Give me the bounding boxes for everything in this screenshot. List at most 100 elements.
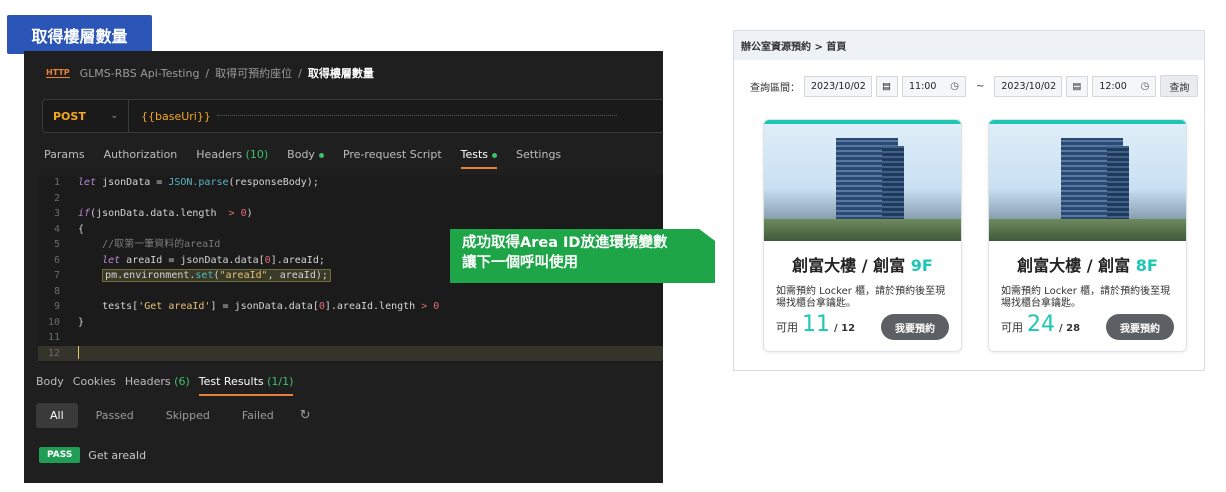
line-number: 5 [53, 239, 60, 250]
availability-label: 可用 [1001, 321, 1023, 334]
highlighted-code: pm.environment.set("areaId", areaId); [102, 269, 331, 282]
line-number: 2 [53, 192, 60, 204]
tab-response-cookies[interactable]: Cookies [73, 375, 116, 396]
code-token: (jsonData.data.length [90, 208, 229, 219]
reserve-button[interactable]: 我要預約 [1106, 314, 1174, 340]
line-number: 8 [53, 285, 60, 297]
start-time-input[interactable]: 11:00 ◷ [902, 75, 966, 97]
tab-headers-label: Headers [196, 148, 243, 161]
tab-body[interactable]: Body [287, 148, 324, 169]
code-number: > 0 [228, 208, 247, 219]
code-text: let jsonData = JSON.parse(responseBody); [68, 175, 319, 191]
filter-passed[interactable]: Passed [82, 403, 148, 428]
breadcrumb: 辦公室資源預約 > 首頁 [734, 31, 1204, 60]
tab-headers[interactable]: Headers (10) [196, 148, 268, 169]
code-token: (responseBody); [228, 177, 319, 188]
tab-test-results-label: Test Results [198, 375, 264, 388]
url-input[interactable]: {{baseUri}} [129, 110, 211, 123]
code-token: ].areaId.length [324, 301, 422, 312]
ground-shape [989, 219, 1186, 241]
availability: 可用 11 / 12 [776, 312, 855, 337]
line-number: 9 [53, 301, 60, 312]
code-text: let areaId = jsonData.data[0].areaId; [68, 253, 325, 269]
tab-response-headers-label: Headers [124, 375, 171, 388]
line-number: 11 [47, 332, 60, 343]
code-number: > 0 [421, 301, 440, 312]
code-line: 2 [38, 191, 663, 207]
filter-all[interactable]: All [36, 403, 78, 428]
building-name: 創富大樓 / 創富 [1017, 256, 1131, 275]
breadcrumb-folder[interactable]: 取得可預約座位 [215, 65, 292, 81]
start-date-input[interactable]: 2023/10/02 [804, 75, 872, 97]
code-line: 1 let jsonData = JSON.parse(responseBody)… [38, 175, 663, 191]
test-result-row: PASS Get areaId [39, 447, 146, 463]
code-text [68, 346, 79, 362]
reserve-button[interactable]: 我要預約 [881, 314, 949, 340]
line-number: 6 [53, 254, 60, 266]
filter-failed[interactable]: Failed [228, 403, 288, 428]
tab-params[interactable]: Params [44, 148, 85, 169]
query-label: 查詢區間： [750, 82, 800, 94]
method-select[interactable]: POST ⌄ [43, 100, 129, 132]
total-count: / 28 [1059, 323, 1081, 334]
line-number: 4 [53, 223, 60, 235]
floor-label: 8F [1135, 256, 1158, 275]
availability: 可用 24 / 28 [1001, 312, 1080, 337]
ground-shape [764, 219, 961, 241]
floor-label: 9F [910, 256, 933, 275]
line-number: 1 [53, 177, 60, 188]
tab-response-headers-count: (6) [174, 375, 190, 388]
breadcrumb-request: 取得樓層數量 [307, 67, 374, 80]
tab-test-results-count: (1/1) [267, 375, 294, 388]
code-line: 10} [38, 315, 663, 331]
calendar-icon[interactable]: ▤ [876, 75, 898, 97]
tab-settings[interactable]: Settings [516, 148, 561, 169]
tab-tests-label: Tests [460, 148, 489, 161]
clock-icon: ◷ [950, 80, 959, 92]
tab-pre-request-script[interactable]: Pre-request Script [343, 148, 442, 169]
available-count: 24 [1027, 312, 1055, 337]
code-text: } [78, 316, 85, 328]
code-keyword: if [78, 208, 91, 219]
http-icon: HTTP [46, 68, 70, 78]
query-button[interactable]: 查詢 [1160, 75, 1199, 97]
code-function: set [195, 270, 214, 281]
text-cursor [78, 346, 79, 359]
code-line: 11 [38, 330, 663, 346]
code-line: 8 [38, 284, 663, 300]
card-title: 創富大樓 / 創富 8F [989, 252, 1186, 276]
code-text: pm.environment.set("areaId", areaId); [68, 268, 331, 284]
pass-badge: PASS [39, 447, 81, 463]
refresh-icon[interactable]: ↻ [292, 403, 319, 428]
tab-authorization[interactable]: Authorization [104, 148, 178, 169]
code-token: ].areaId; [270, 254, 325, 266]
breadcrumb-separator: / [205, 66, 210, 80]
query-bar: 查詢區間： 2023/10/02 ▤ 11:00 ◷ ~ 2023/10/02 ▤… [750, 75, 1199, 97]
building-name: 創富大樓 / 創富 [792, 256, 906, 275]
building-image [764, 120, 961, 241]
total-count: / 12 [834, 323, 856, 334]
availability-label: 可用 [776, 321, 798, 334]
tab-tests[interactable]: Tests [460, 148, 498, 169]
tab-response-body[interactable]: Body [36, 375, 64, 396]
end-time-value: 12:00 [1099, 80, 1127, 92]
end-date-input[interactable]: 2023/10/02 [994, 75, 1063, 97]
tab-response-headers[interactable]: Headers (6) [125, 375, 190, 396]
request-tabs: Params Authorization Headers (10) Body P… [44, 148, 561, 169]
end-time-input[interactable]: 12:00 ◷ [1092, 75, 1157, 97]
code-token: ) [246, 208, 253, 219]
breadcrumb-collection[interactable]: GLMS-RBS Api-Testing [80, 67, 200, 80]
reservation-panel: 辦公室資源預約 > 首頁 查詢區間： 2023/10/02 ▤ 11:00 ◷ ~… [733, 30, 1205, 371]
url-redacted [216, 115, 617, 117]
tab-test-results[interactable]: Test Results (1/1) [198, 375, 294, 396]
code-function: JSON.parse [168, 177, 229, 188]
filter-skipped[interactable]: Skipped [152, 403, 224, 428]
callout-line-1: 成功取得Area ID放進環境變數 [462, 235, 668, 251]
code-token: , areaId); [267, 270, 328, 281]
clock-icon: ◷ [1140, 80, 1150, 92]
response-tabs: Body Cookies Headers (6) Test Results (1… [36, 375, 293, 396]
code-token: pm.environment. [105, 270, 196, 281]
test-name: Get areaId [88, 448, 147, 462]
calendar-icon[interactable]: ▤ [1066, 75, 1089, 97]
